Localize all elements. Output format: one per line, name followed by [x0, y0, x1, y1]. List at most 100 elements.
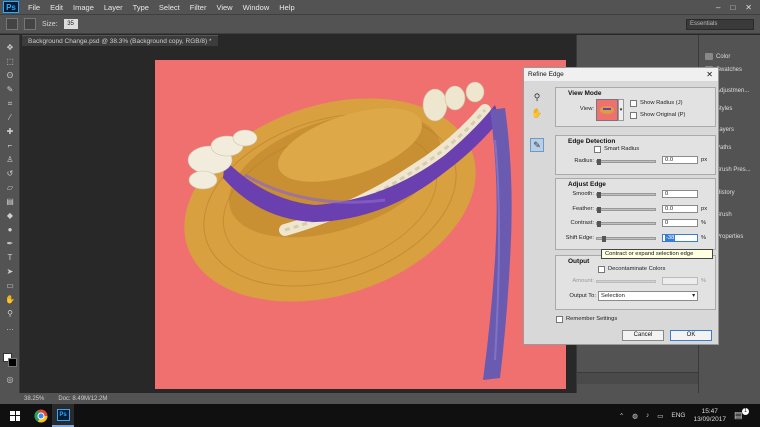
close-icon[interactable]: ✕ [745, 3, 752, 12]
refine-radius-brush-icon[interactable]: ✎ [530, 138, 544, 152]
zoom-level[interactable]: 38.25% [24, 396, 44, 402]
cancel-button[interactable]: Cancel [622, 330, 664, 341]
hand-icon[interactable]: ✋ [530, 106, 544, 120]
menu-select[interactable]: Select [154, 3, 185, 12]
shift-edge-slider-thumb[interactable] [602, 236, 606, 242]
history-brush-tool-icon[interactable]: ↺ [4, 169, 16, 179]
tool-preset-picker[interactable] [6, 18, 18, 30]
feather-unit: px [701, 206, 708, 212]
view-thumbnail[interactable] [596, 99, 618, 121]
amount-label: Amount: [572, 278, 594, 284]
notifications-icon[interactable]: ▤ 1 [734, 407, 749, 422]
chrome-taskbar-icon[interactable] [30, 404, 52, 427]
smooth-slider-thumb[interactable] [597, 192, 601, 198]
menu-file[interactable]: File [23, 3, 45, 12]
minimize-icon[interactable]: – [716, 3, 720, 12]
maximize-icon[interactable]: □ [730, 3, 735, 12]
language-indicator[interactable]: ENG [671, 412, 685, 419]
menu-filter[interactable]: Filter [185, 3, 212, 12]
ok-button[interactable]: OK [670, 330, 712, 341]
marquee-tool-icon[interactable]: ⬚ [4, 57, 16, 67]
lasso-tool-icon[interactable]: ʘ [4, 71, 16, 81]
network-icon[interactable]: ◍ [632, 412, 638, 420]
type-tool-icon[interactable]: T [4, 253, 16, 263]
menu-layer[interactable]: Layer [99, 3, 128, 12]
size-input[interactable]: 35 [63, 19, 78, 29]
view-label: View: [579, 106, 594, 112]
view-dropdown-arrow-icon[interactable]: ▾ [618, 99, 624, 121]
brush-mode-icon[interactable] [24, 18, 36, 30]
healing-brush-tool-icon[interactable]: ✚ [4, 127, 16, 137]
path-selection-tool-icon[interactable]: ➤ [4, 267, 16, 277]
clone-stamp-tool-icon[interactable]: ♙ [4, 155, 16, 165]
shift-edge-label: Shift Edge: [565, 235, 594, 241]
shift-edge-slider[interactable] [596, 236, 656, 242]
amount-slider[interactable] [596, 280, 656, 283]
radius-input[interactable]: 0.0 [662, 156, 698, 164]
move-tool-icon[interactable]: ✥ [4, 43, 16, 53]
clock[interactable]: 15:47 13/09/2017 [693, 408, 726, 424]
smart-radius-checkbox[interactable] [594, 146, 601, 153]
photoshop-taskbar-icon[interactable]: Ps [52, 404, 74, 427]
menu-edit[interactable]: Edit [45, 3, 68, 12]
show-original-checkbox[interactable] [630, 112, 637, 119]
decontaminate-checkbox[interactable] [598, 266, 605, 273]
smooth-slider[interactable] [596, 192, 656, 198]
dialog-titlebar: Refine Edge ✕ [524, 68, 718, 81]
start-button-icon[interactable] [10, 410, 20, 421]
pen-tool-icon[interactable]: ✒ [4, 239, 16, 249]
amount-unit: % [701, 278, 707, 284]
more-tools-icon[interactable]: … [4, 323, 16, 333]
hand-tool-icon[interactable]: ✋ [4, 295, 16, 305]
zoom-icon[interactable]: ⚲ [530, 90, 544, 104]
show-radius-label: Show Radius (J) [640, 100, 683, 106]
contrast-input[interactable]: 0 [662, 219, 698, 227]
eyedropper-tool-icon[interactable]: ⁄ [4, 113, 16, 123]
zoom-tool-icon[interactable]: ⚲ [4, 309, 16, 319]
battery-icon[interactable]: ▭ [657, 412, 663, 420]
panel-color[interactable]: Color [705, 53, 730, 60]
quick-selection-tool-icon[interactable]: ✎ [4, 85, 16, 95]
menu-window[interactable]: Window [238, 3, 275, 12]
radius-slider-thumb[interactable] [597, 159, 601, 165]
menu-help[interactable]: Help [274, 3, 299, 12]
menu-view[interactable]: View [211, 3, 237, 12]
amount-input[interactable] [662, 277, 698, 285]
workspace-select[interactable]: Essentials [686, 18, 754, 30]
shift-edge-input[interactable]: -38 [662, 234, 698, 242]
contrast-slider[interactable] [596, 221, 656, 227]
eraser-tool-icon[interactable]: ▱ [4, 183, 16, 193]
feather-slider[interactable] [596, 207, 656, 213]
chevron-up-icon[interactable]: ⌃ [619, 412, 624, 420]
smooth-input[interactable]: 0 [662, 190, 698, 198]
quick-mask-icon[interactable]: ◎ [4, 375, 16, 385]
remember-settings-checkbox[interactable] [556, 316, 563, 323]
output-group: Output Decontaminate Colors Amount: % Ou… [555, 255, 716, 310]
feather-slider-thumb[interactable] [597, 207, 601, 213]
document-canvas[interactable] [155, 60, 566, 389]
shape-tool-icon[interactable]: ▭ [4, 281, 16, 291]
contrast-slider-thumb[interactable] [597, 221, 601, 227]
brush-tool-icon[interactable]: ⌐ [4, 141, 16, 151]
status-bar: 38.25% Doc: 8.49M/12.2M [0, 393, 760, 404]
dialog-close-icon[interactable]: ✕ [706, 68, 713, 81]
radius-slider[interactable] [596, 159, 656, 165]
output-to-value: Selection [601, 293, 625, 299]
feather-input[interactable]: 0.0 [662, 205, 698, 213]
shift-edge-value: -38 [665, 235, 676, 241]
crop-tool-icon[interactable]: ⌗ [4, 99, 16, 109]
output-to-select[interactable]: Selection ▾ [598, 291, 698, 301]
menu-type[interactable]: Type [128, 3, 154, 12]
show-radius-checkbox[interactable] [630, 100, 637, 107]
gradient-tool-icon[interactable]: ▤ [4, 197, 16, 207]
smooth-label: Smooth: [572, 191, 594, 197]
background-color-swatch[interactable] [8, 358, 17, 367]
volume-icon[interactable]: ♪ [646, 412, 649, 419]
menu-image[interactable]: Image [68, 3, 99, 12]
document-tab[interactable]: Background Change.psd @ 38.3% (Backgroun… [22, 35, 218, 46]
decontaminate-label: Decontaminate Colors [608, 266, 666, 272]
blur-tool-icon[interactable]: ◆ [4, 211, 16, 221]
dodge-tool-icon[interactable]: ● [4, 225, 16, 235]
shift-edge-unit: % [701, 235, 707, 241]
photoshop-logo: Ps [3, 1, 19, 13]
